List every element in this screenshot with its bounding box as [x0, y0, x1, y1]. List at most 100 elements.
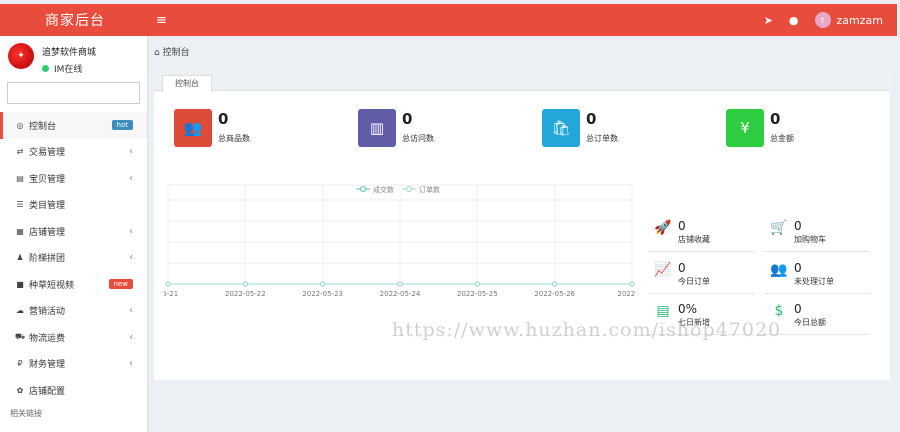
- cloud-icon: ☁: [16, 306, 24, 316]
- list-icon: ☰: [16, 200, 24, 210]
- badge-new: new: [108, 279, 133, 290]
- mini-value: 0%: [678, 302, 698, 316]
- x-tick-label: 2022-05-22: [225, 290, 266, 298]
- sidebar-item-label: 交易管理: [29, 148, 66, 159]
- user-menu[interactable]: t zamzam: [814, 12, 883, 28]
- sidebar-item-label: 营销活动: [29, 307, 66, 318]
- stat-label: 总订单数: [586, 134, 618, 143]
- stats-row: 👥 0 总商品数 ▥ 0 总访问数 🛍 0 总订单数 ¥0 总金额: [174, 109, 874, 169]
- mini-stat: 🚀 0 店铺收藏: [652, 220, 710, 245]
- exchange-icon: ⇄: [16, 147, 24, 157]
- stat-value: 0: [586, 110, 597, 128]
- goods-icon: ▤: [16, 173, 24, 183]
- stat-card: ¥0 总金额: [726, 109, 794, 147]
- brand-title[interactable]: 商家后台: [0, 10, 150, 30]
- sidebar-item-7[interactable]: ☁ 营销活动 ‹: [0, 298, 147, 325]
- paper-plane-icon[interactable]: ➤: [764, 14, 773, 27]
- rocket-icon: 🚀: [654, 220, 672, 236]
- sidebar-item-label: 店铺管理: [29, 227, 66, 238]
- video-icon: ■: [16, 279, 24, 289]
- breadcrumb: ⌂ 控制台: [150, 36, 897, 66]
- mini-value: 0: [794, 219, 802, 233]
- divider: [764, 293, 870, 294]
- chevron-left-icon: ‹: [129, 305, 133, 317]
- mini-stat: 📈 0 今日订单: [652, 262, 710, 287]
- chevron-left-icon: ‹: [129, 358, 133, 370]
- users-icon: 👥: [174, 109, 212, 147]
- stat-value: 0: [402, 110, 413, 128]
- mini-stat: 🛒 0 加购物车: [768, 220, 826, 245]
- sidebar-item-0[interactable]: ◎ 控制台 hot: [0, 112, 147, 139]
- breadcrumb-current[interactable]: 控制台: [163, 48, 190, 58]
- sidebar-item-label: 控制台: [29, 121, 57, 132]
- sidebar-search-input[interactable]: [7, 82, 140, 104]
- dashboard-icon: ◎: [16, 120, 24, 130]
- sidebar-item-5[interactable]: ♟ 阶梯拼团 ‹: [0, 245, 147, 272]
- status-text: IM在线: [54, 65, 83, 75]
- gear-icon: ✿: [16, 385, 24, 395]
- data-point: [320, 281, 326, 287]
- x-tick-label: 05-21: [164, 290, 178, 298]
- sidebar-item-10[interactable]: ✿ 店铺配置: [0, 377, 147, 404]
- legend-label: 成交数: [373, 185, 394, 194]
- chevron-left-icon: ‹: [129, 146, 133, 158]
- stat-label: 总金额: [770, 134, 794, 143]
- sidebar-item-label: 种草短视频: [29, 280, 75, 291]
- truck-icon: ⛟: [14, 332, 26, 342]
- sidebar-item-label: 物流运费: [29, 333, 66, 344]
- watermark-text: https://www.huzhan.com/ishop47020: [392, 319, 782, 341]
- legend-marker: [360, 186, 366, 192]
- sidebar-item-label: 财务管理: [29, 360, 66, 371]
- sidebar-item-6[interactable]: ■ 种草短视频 new: [0, 271, 147, 298]
- sidebar-toggle-icon[interactable]: ≡: [156, 13, 167, 28]
- chat-icon[interactable]: ●: [789, 14, 799, 27]
- sidebar-item-3[interactable]: ☰ 类目管理: [0, 192, 147, 219]
- user-panel: ✦ 追梦软件商城 IM在线: [0, 36, 147, 76]
- chevron-left-icon: ‹: [129, 225, 133, 237]
- sidebar-item-2[interactable]: ▤ 宝贝管理 ‹: [0, 165, 147, 192]
- user-name: zamzam: [836, 13, 883, 27]
- mini-value: 0: [678, 261, 686, 275]
- legend-label: 订单数: [419, 185, 440, 194]
- main-content: ⌂ 控制台 控制台 👥 0 总商品数 ▥ 0 总访问数 🛍 0 总订单数 ¥0 总金额 05-21 2…: [150, 36, 897, 432]
- divider: [648, 293, 754, 294]
- legend-marker: [406, 186, 412, 192]
- mini-value: 0: [678, 219, 686, 233]
- sidebar-item-4[interactable]: ▦ 店铺管理 ‹: [0, 218, 147, 245]
- x-tick-label: 2022-05-24: [380, 290, 421, 298]
- users-icon: 👥: [770, 262, 788, 278]
- data-point: [397, 281, 403, 287]
- mini-value: 0: [794, 302, 802, 316]
- data-point: [629, 281, 635, 287]
- online-dot-icon: [42, 65, 49, 72]
- mini-label: 未处理订单: [794, 277, 834, 286]
- data-point: [552, 281, 558, 287]
- yen-icon: ¥: [726, 109, 764, 147]
- mini-label: 今日订单: [678, 277, 710, 286]
- data-point: [165, 281, 171, 287]
- related-links-label: 相关链接: [10, 408, 42, 418]
- sidebar-item-9[interactable]: ₽ 财务管理 ‹: [0, 351, 147, 378]
- line-chart: 05-21 2022-05-22 2022-05-23 2022-05-24 2022-…: [158, 182, 647, 300]
- stat-value: 0: [218, 110, 229, 128]
- tab-dashboard[interactable]: 控制台: [162, 75, 212, 92]
- stat-card: ▥ 0 总访问数: [358, 109, 434, 147]
- divider: [648, 251, 754, 252]
- sidebar-item-label: 类目管理: [29, 201, 66, 212]
- stat-card: 👥 0 总商品数: [174, 109, 250, 147]
- cart-icon: 🛒: [770, 220, 788, 236]
- sidebar-item-8[interactable]: ⛟ 物流运费 ‹: [0, 324, 147, 351]
- stat-label: 总访问数: [402, 134, 434, 143]
- bag-icon: 🛍: [542, 109, 580, 147]
- badge-hot: hot: [111, 120, 133, 131]
- online-status: IM在线: [42, 62, 96, 75]
- data-point: [242, 281, 248, 287]
- stat-value: 0: [770, 110, 781, 128]
- book-icon: ▥: [358, 109, 396, 147]
- avatar: t: [814, 12, 831, 28]
- trend-icon: 📈: [654, 262, 672, 278]
- divider: [764, 251, 870, 252]
- sidebar-item-1[interactable]: ⇄ 交易管理 ‹: [0, 139, 147, 166]
- chevron-left-icon: ‹: [129, 172, 133, 184]
- tab-bar: 控制台: [154, 67, 890, 92]
